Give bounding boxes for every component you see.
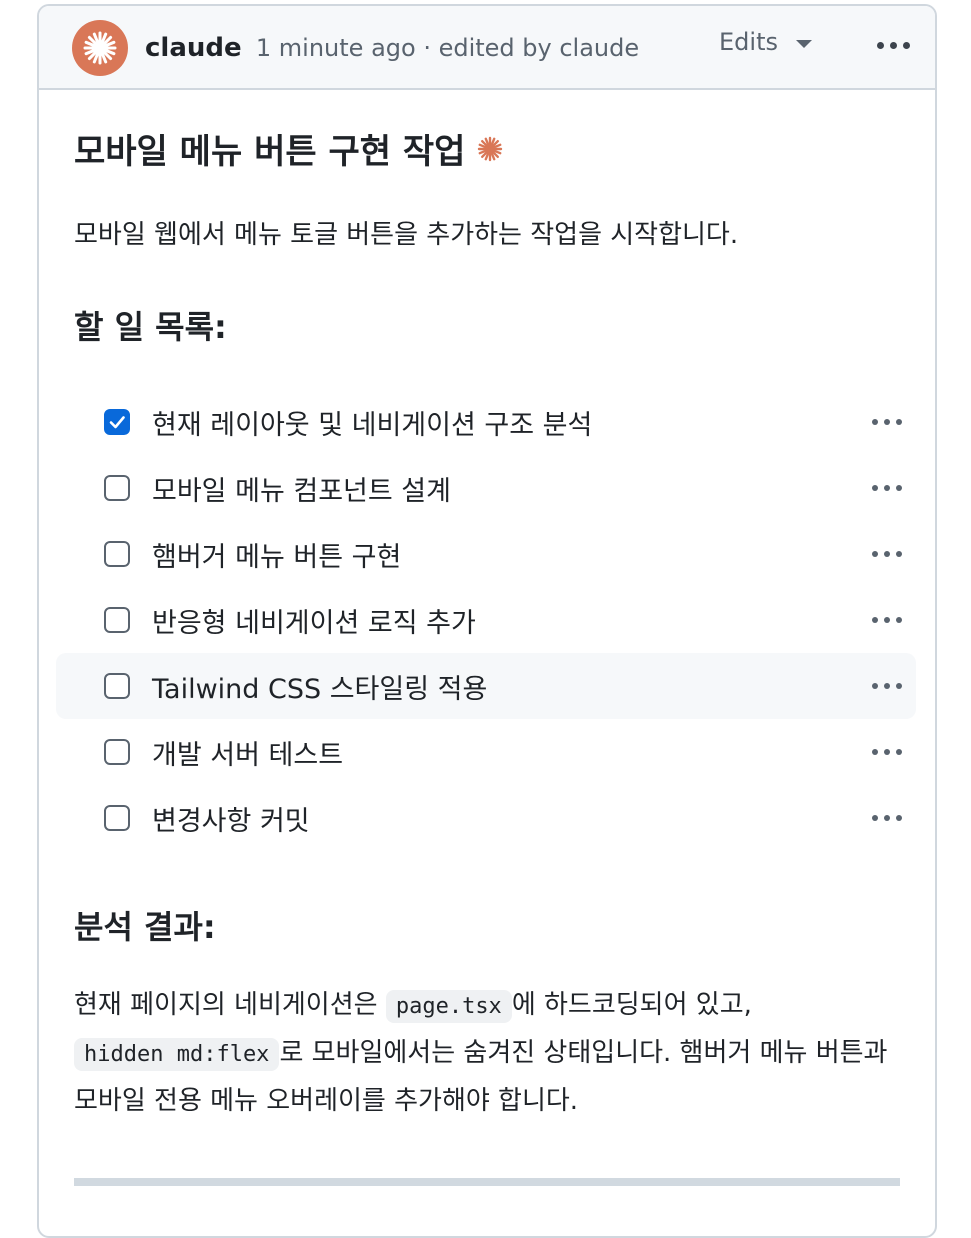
avatar[interactable]: [72, 20, 128, 76]
title-text: 모바일 메뉴 버튼 구현 작업: [74, 132, 466, 172]
task-label: 현재 레이아웃 및 네비게이션 구조 분석: [152, 409, 593, 441]
task-item[interactable]: 현재 레이아웃 및 네비게이션 구조 분석: [56, 389, 916, 455]
divider: [74, 1178, 900, 1186]
task-label: 반응형 네비게이션 로직 추가: [152, 607, 476, 639]
kebab-horizontal-icon: [872, 551, 878, 557]
task-item[interactable]: 햄버거 메뉴 버튼 구현: [56, 521, 916, 587]
kebab-horizontal-icon: [877, 42, 884, 49]
intro-paragraph: 모바일 웹에서 메뉴 토글 버튼을 추가하는 작업을 시작합니다.: [74, 220, 739, 250]
task-item[interactable]: 변경사항 커밋: [56, 785, 916, 851]
edits-label: Edits: [719, 28, 778, 56]
comment-card: claude 1 minute ago · edited by claude E…: [37, 4, 937, 1238]
task-checkbox[interactable]: [104, 805, 130, 831]
task-options-button[interactable]: [872, 617, 902, 623]
page-title: 모바일 메뉴 버튼 구현 작업: [74, 124, 503, 173]
task-checkbox[interactable]: [104, 409, 130, 435]
analysis-heading: 분석 결과:: [74, 908, 216, 946]
analysis-text: 현재 페이지의 네비게이션은: [74, 990, 386, 1020]
task-label: Tailwind CSS 스타일링 적용: [152, 673, 488, 705]
kebab-horizontal-icon: [872, 683, 878, 689]
claude-spark-icon: [83, 31, 117, 65]
claude-spark-icon: [478, 136, 503, 161]
task-options-button[interactable]: [872, 485, 902, 491]
task-checkbox[interactable]: [104, 739, 130, 765]
task-options-button[interactable]: [872, 815, 902, 821]
edits-dropdown[interactable]: Edits: [719, 28, 812, 56]
task-label: 개발 서버 테스트: [152, 739, 344, 771]
task-checkbox[interactable]: [104, 541, 130, 567]
task-label: 모바일 메뉴 컴포넌트 설계: [152, 475, 451, 507]
inline-code: hidden md:flex: [74, 1038, 280, 1071]
author-link[interactable]: claude: [145, 33, 242, 63]
kebab-horizontal-icon: [872, 617, 878, 623]
task-item[interactable]: Tailwind CSS 스타일링 적용: [56, 653, 916, 719]
analysis-text: 에 하드코딩되어 있고,: [511, 990, 752, 1020]
kebab-horizontal-icon: [872, 815, 878, 821]
kebab-horizontal-icon: [872, 749, 878, 755]
inline-code: page.tsx: [385, 990, 512, 1023]
task-options-button[interactable]: [872, 749, 902, 755]
kebab-horizontal-icon: [872, 485, 878, 491]
check-icon: [109, 416, 125, 429]
task-checkbox[interactable]: [104, 673, 130, 699]
comment-meta: claude 1 minute ago · edited by claude: [145, 30, 639, 66]
task-list: 현재 레이아웃 및 네비게이션 구조 분석 모바일 메뉴 컴포넌트 설계 햄버거…: [56, 389, 916, 851]
task-checkbox[interactable]: [104, 475, 130, 501]
task-item[interactable]: 모바일 메뉴 컴포넌트 설계: [56, 455, 916, 521]
task-item[interactable]: 개발 서버 테스트: [56, 719, 916, 785]
task-options-button[interactable]: [872, 551, 902, 557]
comment-timestamp[interactable]: 1 minute ago · edited by claude: [256, 34, 639, 62]
task-item[interactable]: 반응형 네비게이션 로직 추가: [56, 587, 916, 653]
kebab-horizontal-icon: [872, 419, 878, 425]
comment-options-button[interactable]: [877, 42, 910, 49]
task-options-button[interactable]: [872, 683, 902, 689]
task-label: 햄버거 메뉴 버튼 구현: [152, 541, 402, 573]
todo-heading: 할 일 목록:: [74, 308, 227, 346]
task-checkbox[interactable]: [104, 607, 130, 633]
analysis-paragraph: 현재 페이지의 네비게이션은 page.tsx 에 하드코딩되어 있고, hidd…: [74, 982, 904, 1124]
task-label: 변경사항 커밋: [152, 805, 310, 837]
triangle-down-icon: [795, 40, 812, 48]
comment-header: claude 1 minute ago · edited by claude E…: [39, 6, 935, 90]
task-options-button[interactable]: [872, 419, 902, 425]
